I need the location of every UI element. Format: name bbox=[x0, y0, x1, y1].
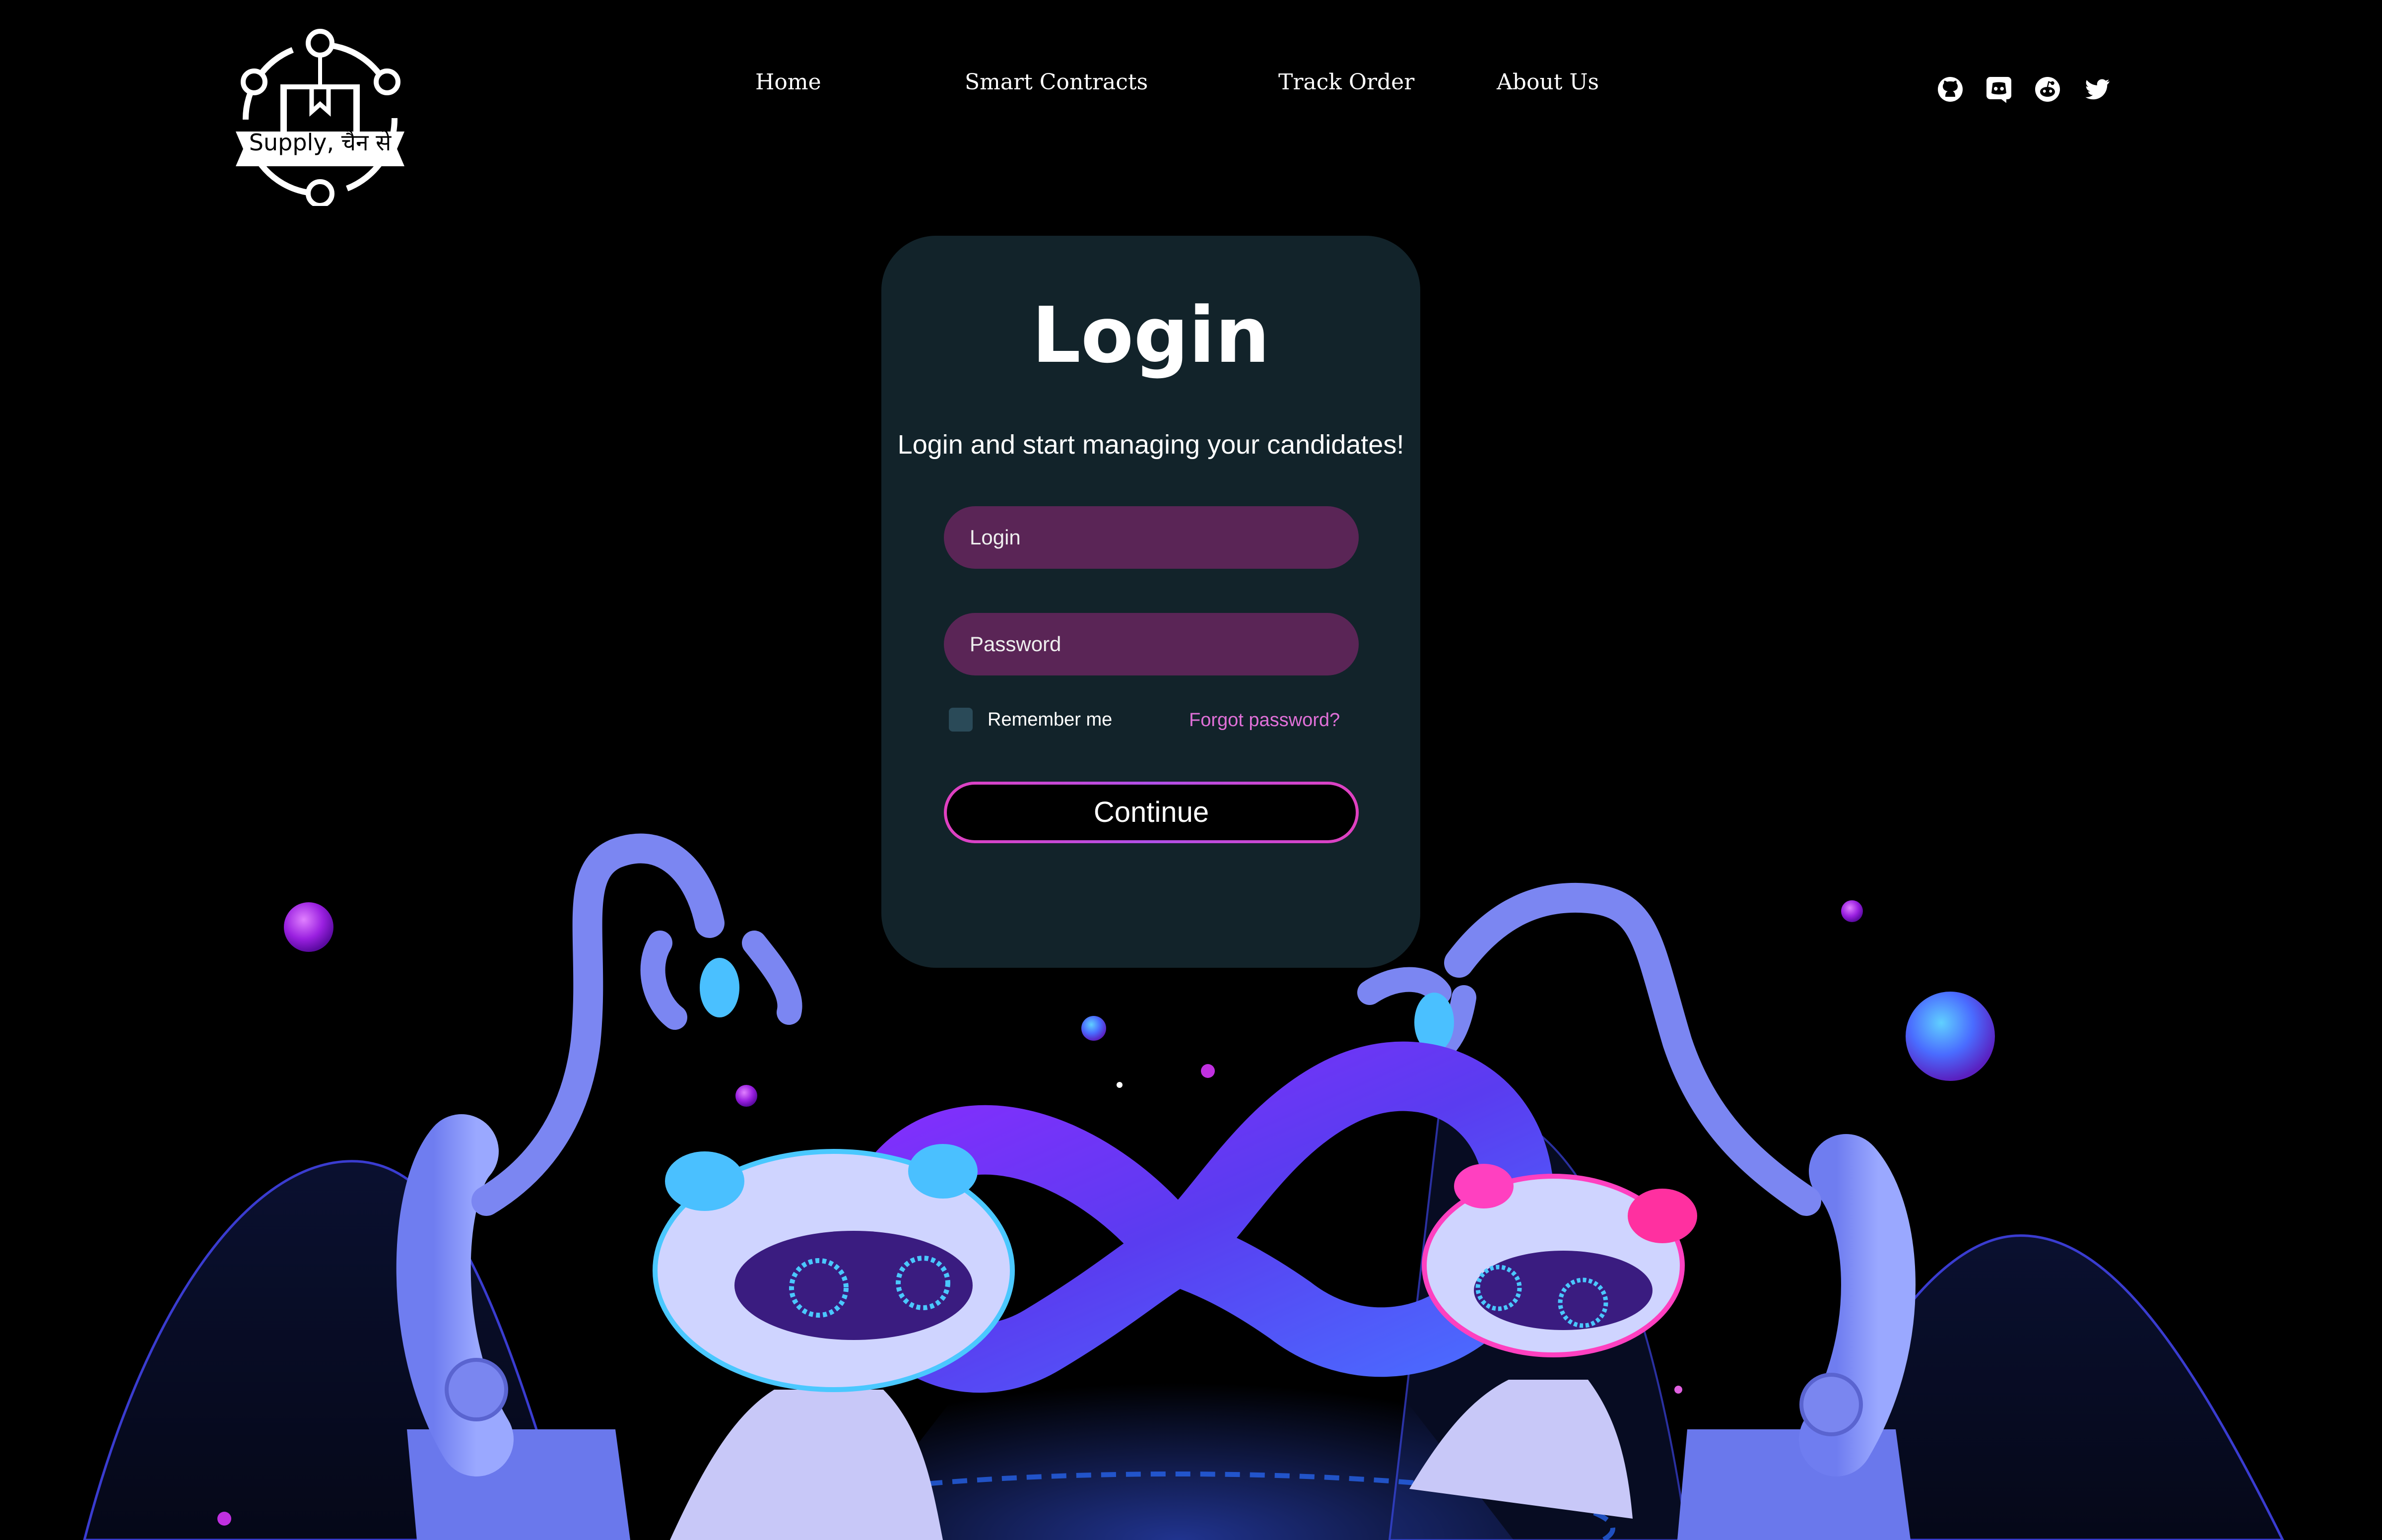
forgot-password-link[interactable]: Forgot password? bbox=[1189, 710, 1340, 731]
checkbox-box[interactable] bbox=[949, 708, 973, 732]
orb bbox=[735, 1085, 757, 1107]
github-icon[interactable] bbox=[1935, 74, 1965, 104]
supply-chain-logo-icon bbox=[236, 29, 404, 206]
left-claw-light bbox=[700, 958, 739, 1017]
password-input[interactable]: Password bbox=[944, 613, 1359, 675]
left-robot-visor bbox=[734, 1231, 973, 1340]
continue-button[interactable]: Continue bbox=[944, 782, 1359, 843]
login-subtitle: Login and start managing your candidates… bbox=[897, 430, 1404, 460]
right-robot-ear bbox=[1628, 1189, 1697, 1243]
orb bbox=[1117, 1082, 1123, 1088]
orb bbox=[1906, 992, 1995, 1081]
orb bbox=[284, 902, 333, 952]
brand-logo-text: Supply, चैन से bbox=[249, 129, 392, 156]
twitter-icon[interactable] bbox=[2082, 74, 2112, 104]
nav-home[interactable]: Home bbox=[755, 69, 821, 95]
login-card: Login Login and start managing your cand… bbox=[881, 236, 1420, 968]
nav-smart-contracts[interactable]: Smart Contracts bbox=[965, 69, 1148, 95]
remember-me-checkbox[interactable]: Remember me bbox=[949, 705, 1112, 735]
left-robot-ear bbox=[908, 1144, 978, 1199]
reddit-icon[interactable] bbox=[2033, 74, 2062, 104]
right-arm-joint bbox=[1799, 1373, 1863, 1436]
nav-about-us[interactable]: About Us bbox=[1497, 69, 1599, 95]
left-robot-ear bbox=[665, 1151, 744, 1211]
orb bbox=[1674, 1386, 1682, 1394]
orb bbox=[1841, 900, 1863, 922]
login-title: Login bbox=[1032, 290, 1270, 380]
remember-me-label: Remember me bbox=[988, 709, 1113, 730]
left-robot-legs bbox=[670, 1390, 943, 1540]
right-robot-ear bbox=[1454, 1164, 1514, 1208]
orb bbox=[217, 1512, 231, 1526]
left-arm-joint bbox=[445, 1358, 508, 1421]
nav-track-order[interactable]: Track Order bbox=[1278, 69, 1414, 95]
login-input[interactable]: Login bbox=[944, 506, 1359, 569]
orb bbox=[1201, 1064, 1215, 1078]
right-arm-base bbox=[1677, 1429, 1911, 1540]
discord-icon[interactable] bbox=[1984, 74, 2014, 104]
brand-logo[interactable]: Supply, चैन से bbox=[233, 27, 407, 206]
orb bbox=[1081, 1016, 1106, 1041]
